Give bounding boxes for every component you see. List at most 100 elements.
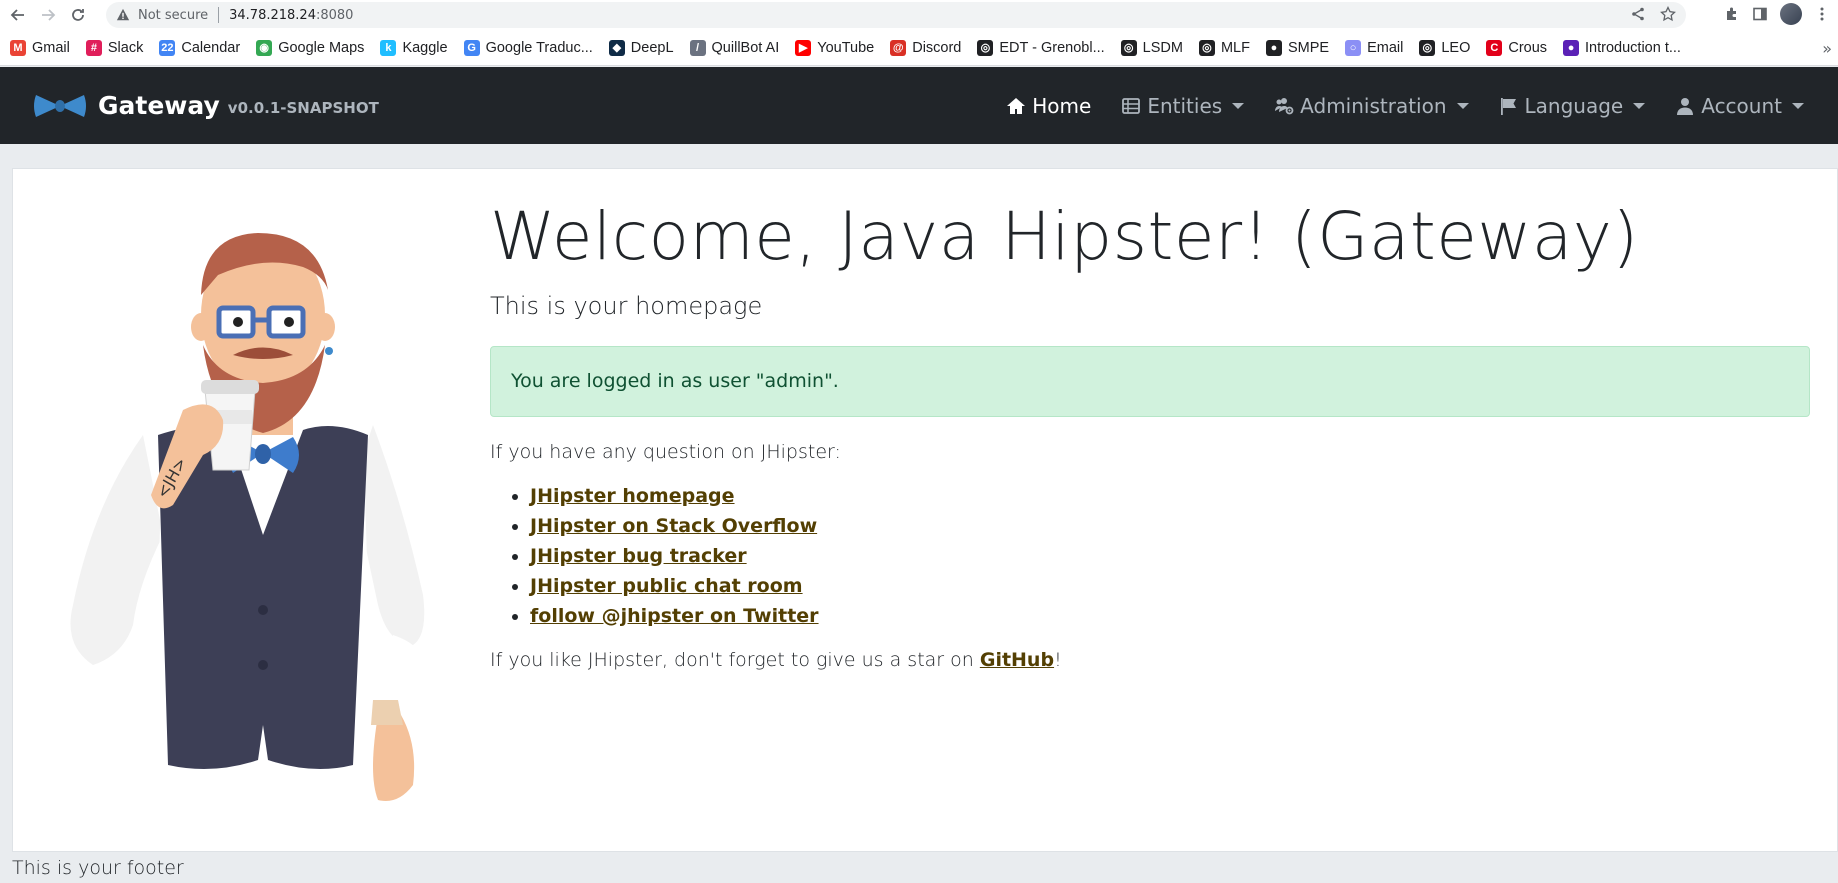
home-card: <JH> Welcome, Java Hipster! (Gateway) Th…: [12, 168, 1838, 852]
github-link[interactable]: GitHub: [980, 649, 1054, 671]
bookmark-label: SMPE: [1287, 39, 1330, 56]
footer-text: This is your footer: [12, 857, 184, 879]
list-item: JHipster on Stack Overflow: [530, 511, 1820, 541]
nav-entities[interactable]: Entities: [1121, 93, 1245, 118]
url-host[interactable]: 34.78.218.24: [229, 8, 316, 23]
nav-language-label: Language: [1524, 93, 1624, 118]
star-icon[interactable]: [1660, 6, 1676, 22]
bookmark-item[interactable]: ◎ LSDM: [1120, 39, 1183, 56]
maps-icon: ◉: [256, 39, 273, 56]
star-message: If you like JHipster, don't forget to gi…: [490, 649, 1820, 671]
nav-home[interactable]: Home: [1006, 94, 1091, 118]
alert-message: You are logged in as user "admin".: [511, 370, 839, 393]
nav-administration-label: Administration: [1300, 93, 1447, 118]
side-panel-icon[interactable]: [1752, 6, 1768, 22]
bookmark-label: LSDM: [1142, 39, 1183, 56]
brand-version: v0.0.1-SNAPSHOT: [227, 98, 379, 117]
nav-language[interactable]: Language: [1499, 94, 1646, 118]
bookmark-item[interactable]: ● SMPE: [1265, 39, 1330, 56]
bookmark-item[interactable]: ● Introduction t...: [1563, 39, 1681, 56]
nav-account[interactable]: Account: [1675, 94, 1804, 118]
bookmark-item[interactable]: ◆ DeepL: [608, 39, 674, 56]
share-icon[interactable]: [1630, 6, 1646, 22]
bookmark-label: Introduction t...: [1585, 39, 1681, 56]
bookmark-item[interactable]: ▶ YouTube: [795, 39, 874, 56]
list-item: JHipster bug tracker: [530, 541, 1820, 571]
home-content: Welcome, Java Hipster! (Gateway) This is…: [490, 198, 1820, 671]
bookmark-label: Calendar: [181, 39, 241, 56]
user-icon: [1677, 97, 1694, 115]
bookmark-item[interactable]: ◎ EDT - Grenobl...: [977, 39, 1105, 56]
globe-icon: ◎: [1198, 39, 1215, 56]
app-navbar: Gateway v0.0.1-SNAPSHOT Home Entities Ad…: [0, 67, 1838, 144]
bookmark-label: LEO: [1441, 39, 1471, 56]
email-icon: ○: [1345, 39, 1362, 56]
caret-down-icon: [1232, 102, 1245, 109]
divider: [218, 7, 220, 23]
bookmark-item[interactable]: ◎ LEO: [1419, 39, 1471, 56]
bowtie-logo-icon: [34, 94, 86, 117]
list-item: JHipster homepage: [530, 481, 1820, 511]
page-footer: This is your footer: [12, 857, 184, 879]
warning-icon[interactable]: [116, 8, 130, 22]
url-port[interactable]: :8080: [316, 8, 353, 23]
bookmark-label: QuillBot AI: [711, 39, 780, 56]
chat-room-link[interactable]: JHipster public chat room: [530, 575, 803, 597]
bookmark-label: Kaggle: [402, 39, 448, 56]
bookmark-item[interactable]: # Slack: [85, 39, 143, 56]
youtube-icon: ▶: [795, 39, 812, 56]
reload-icon: [72, 9, 84, 21]
menu-kebab-icon[interactable]: [1814, 6, 1830, 22]
quillbot-icon: /: [689, 39, 706, 56]
users-cog-icon: [1275, 97, 1294, 114]
forward-button[interactable]: [36, 3, 60, 27]
bookmark-label: Gmail: [32, 39, 70, 56]
bookmark-item[interactable]: ○ Email: [1345, 39, 1404, 56]
question-text: If you have any question on JHipster:: [490, 440, 841, 463]
list-item: JHipster public chat room: [530, 571, 1820, 601]
bookmark-item[interactable]: ◉ Google Maps: [256, 39, 364, 56]
nav-entities-label: Entities: [1147, 93, 1223, 118]
jhipster-mascot-illustration: <JH>: [70, 233, 425, 801]
github-icon: ●: [1265, 39, 1282, 56]
globe-icon: ◎: [1120, 39, 1137, 56]
brand-link[interactable]: Gateway v0.0.1-SNAPSHOT: [32, 91, 379, 120]
reload-button[interactable]: [66, 3, 90, 27]
twitter-link[interactable]: follow @jhipster on Twitter: [530, 605, 819, 627]
bookmark-label: Google Traduc...: [485, 39, 593, 56]
caret-down-icon: [1456, 102, 1469, 109]
bookmark-item[interactable]: C Crous: [1486, 39, 1548, 56]
globe-icon: ◎: [1419, 39, 1436, 56]
security-label[interactable]: Not secure: [138, 8, 208, 23]
bookmark-item[interactable]: ◎ MLF: [1198, 39, 1250, 56]
bookmark-label: DeepL: [630, 39, 674, 56]
profile-avatar[interactable]: [1780, 3, 1802, 25]
kaggle-icon: k: [380, 39, 397, 56]
bookmark-item[interactable]: / QuillBot AI: [689, 39, 780, 56]
jhipster-homepage-link[interactable]: JHipster homepage: [530, 485, 735, 507]
bookmark-label: Email: [1367, 39, 1404, 56]
bookmark-label: Crous: [1508, 39, 1548, 56]
page-title: Welcome, Java Hipster! (Gateway): [490, 198, 1639, 275]
globe-icon: ◎: [977, 39, 994, 56]
logged-in-alert: You are logged in as user "admin".: [490, 345, 1810, 417]
brand-name[interactable]: Gateway: [98, 91, 220, 120]
bug-tracker-link[interactable]: JHipster bug tracker: [530, 545, 747, 567]
bookmarks-bar: M Gmail # Slack 22 Calendar ◉ Google Maps k Kaggl…: [0, 30, 1838, 66]
deepl-icon: ◆: [608, 39, 625, 56]
stack-overflow-link[interactable]: JHipster on Stack Overflow: [530, 515, 817, 537]
bookmark-item[interactable]: k Kaggle: [380, 39, 448, 56]
address-bar[interactable]: Not secure 34.78.218.24 :8080: [106, 2, 1686, 28]
bookmark-item[interactable]: 22 Calendar: [159, 39, 241, 56]
caret-down-icon: [1792, 102, 1804, 109]
bookmark-item[interactable]: G Google Traduc...: [463, 39, 593, 56]
extensions-icon[interactable]: [1724, 6, 1740, 22]
bookmarks-overflow-icon[interactable]: »: [1822, 39, 1832, 58]
bookmark-label: Discord: [912, 39, 962, 56]
back-button[interactable]: [6, 3, 30, 27]
nav-administration[interactable]: Administration: [1274, 93, 1469, 118]
bookmark-item[interactable]: @ Discord: [890, 39, 962, 56]
nav-home-label: Home: [1032, 93, 1092, 118]
intro-icon: ●: [1563, 39, 1580, 56]
bookmark-item[interactable]: M Gmail: [10, 39, 70, 56]
